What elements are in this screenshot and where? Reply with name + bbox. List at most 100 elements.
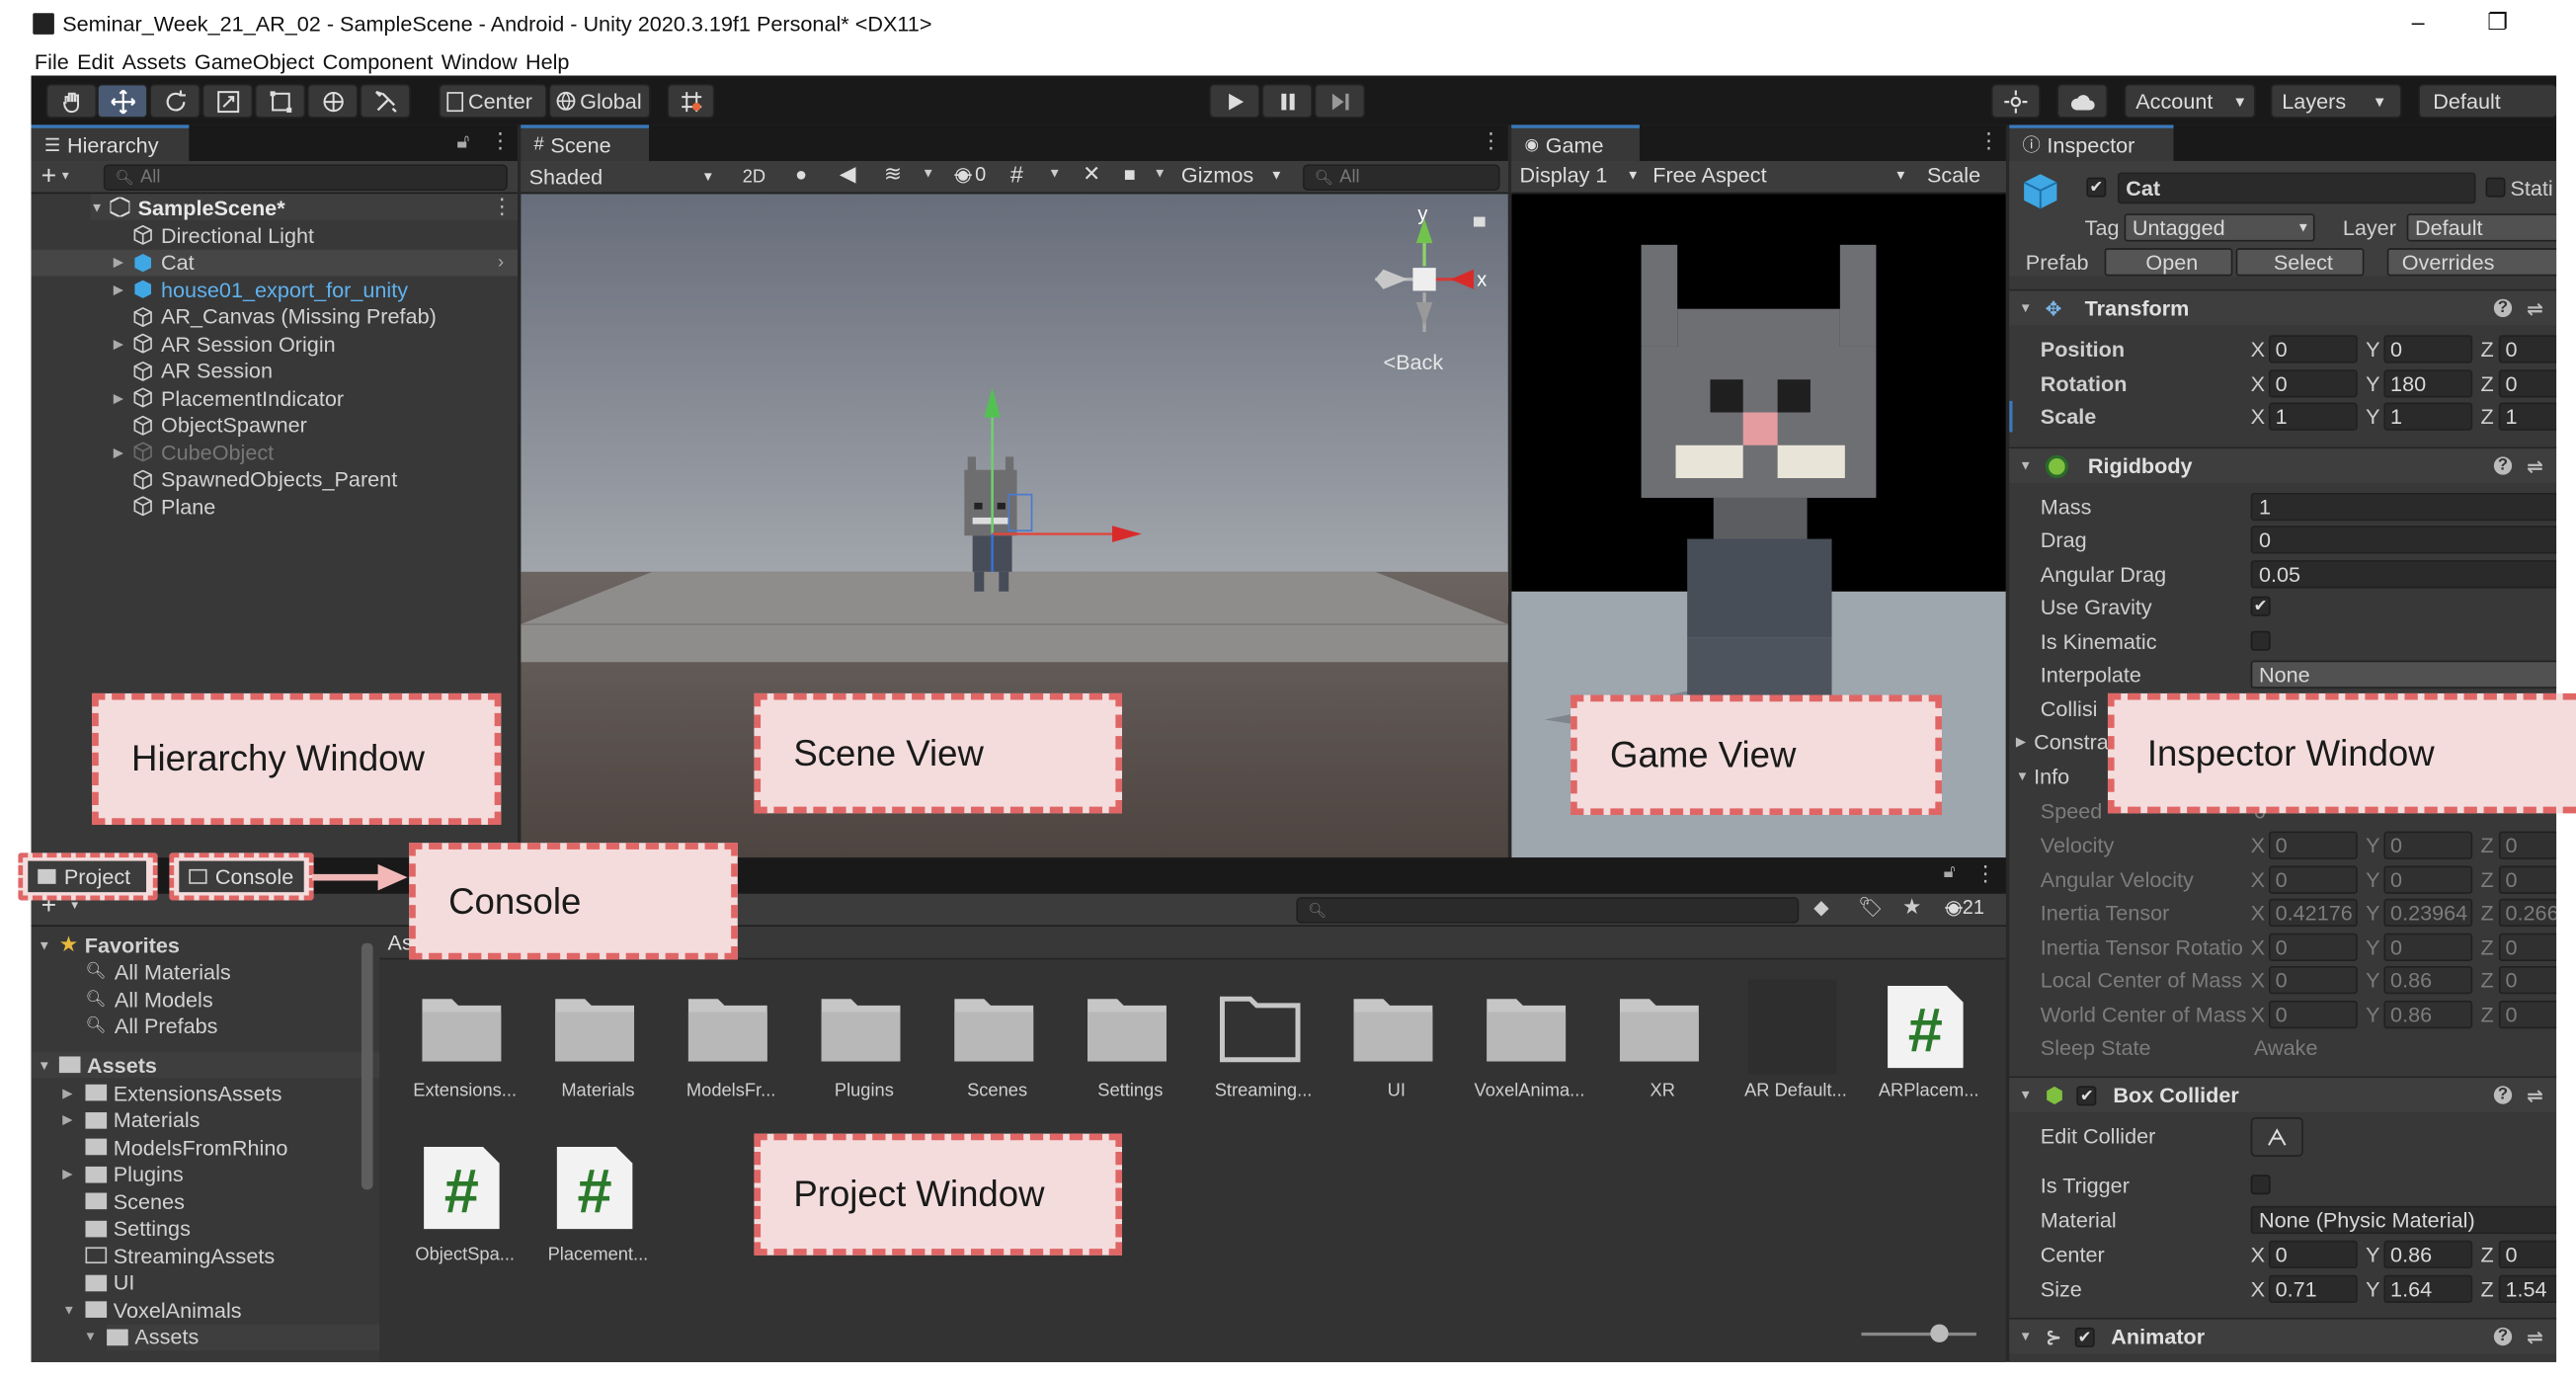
custom-tool-button[interactable]	[360, 83, 411, 119]
constraints-label[interactable]: Constra	[2034, 729, 2109, 754]
audio-icon[interactable]: ◀︎	[840, 161, 856, 188]
help-icon[interactable]: ?	[2493, 1327, 2513, 1346]
tab-scene[interactable]: # Scene	[521, 124, 649, 161]
tab-console[interactable]: Console	[179, 860, 304, 893]
prefab-open-button[interactable]: Open	[2104, 248, 2233, 277]
favorites-header[interactable]: ▼ ★ Favorites	[38, 932, 180, 958]
account-dropdown[interactable]: Account ▼	[2124, 83, 2256, 119]
asset-item[interactable]: Settings	[1076, 979, 1184, 1127]
asset-item[interactable]: AR Default...	[1741, 979, 1850, 1127]
collider-center-y-field[interactable]: 0.86	[2383, 1240, 2473, 1269]
kebab-menu-icon[interactable]: ⋮	[1481, 128, 1502, 155]
info-label[interactable]: Info	[2034, 764, 2069, 788]
project-folder-item[interactable]: ▼ Assets	[84, 1323, 380, 1350]
collider-center-z-field[interactable]: 0	[2498, 1240, 2557, 1269]
tab-inspector[interactable]: ⓘ Inspector	[2009, 124, 2174, 161]
menu-component[interactable]: Component	[323, 49, 434, 74]
tree-scrollbar[interactable]	[361, 942, 373, 1190]
animator-enabled-checkbox[interactable]: ✔	[2074, 1327, 2095, 1347]
name-field[interactable]: Cat	[2117, 172, 2476, 204]
rigidbody-component-header[interactable]: ▼ Rigidbody ? ⇌	[2009, 446, 2557, 483]
minimize-button[interactable]: –	[2412, 8, 2425, 35]
expand-arrow-icon[interactable]: ▶	[114, 255, 123, 270]
expand-arrow-icon[interactable]: ▶	[62, 1086, 72, 1100]
camera-icon[interactable]: ■	[1124, 163, 1136, 186]
hierarchy-item[interactable]: ▶ CubeObject	[32, 439, 518, 465]
project-folder-item[interactable]: Scenes	[85, 1188, 185, 1215]
expand-arrow-icon[interactable]: ▶	[114, 390, 123, 405]
layer-dropdown[interactable]: Default	[2406, 213, 2557, 242]
scale-tool-button[interactable]	[201, 83, 254, 119]
material-field[interactable]: None (Physic Material)	[2250, 1205, 2557, 1235]
menu-file[interactable]: File	[35, 49, 69, 74]
interpolate-dropdown[interactable]: None	[2250, 660, 2557, 689]
asset-item[interactable]: ModelsFr...	[677, 979, 785, 1127]
transform-rotation-z-field[interactable]: 0	[2498, 368, 2557, 397]
transform-component-header[interactable]: ▼ ✥ Transform ? ⇌	[2009, 288, 2557, 326]
asset-item[interactable]: Streaming...	[1209, 979, 1318, 1127]
chevron-down-icon[interactable]: ▼	[1154, 166, 1167, 181]
hierarchy-item[interactable]: AR Session	[32, 358, 518, 384]
chevron-right-icon[interactable]: ›	[498, 252, 504, 272]
favorite-item[interactable]: 🔍︎ All Materials	[85, 958, 230, 985]
hierarchy-item[interactable]: ▶ house01_export_for_unity	[32, 276, 518, 302]
scene-root[interactable]: ▼ SampleScene* ⋮	[90, 194, 518, 220]
kebab-menu-icon[interactable]: ⋮	[491, 194, 513, 220]
chevron-down-icon[interactable]: ▼	[1048, 166, 1061, 181]
tab-project[interactable]: Project	[28, 860, 147, 893]
chevron-down-icon[interactable]: ▼	[2016, 769, 2029, 783]
project-folder-item[interactable]: UI	[85, 1269, 134, 1296]
expand-arrow-icon[interactable]: ▶	[62, 1112, 72, 1127]
asset-item[interactable]: Extensions...	[411, 979, 520, 1127]
aspect-dropdown[interactable]: Free Aspect ▼	[1652, 163, 1915, 188]
asset-item[interactable]: # Placement...	[544, 1140, 653, 1288]
project-folder-item[interactable]: StreamingAssets	[85, 1242, 275, 1268]
drag-field[interactable]: 0	[2250, 526, 2557, 554]
asset-item[interactable]: Plugins	[810, 979, 919, 1127]
space-global-button[interactable]: Global	[548, 83, 651, 119]
scale-label[interactable]: Scale	[1927, 163, 1980, 188]
filter-by-type-icon[interactable]: ◆	[1813, 895, 1828, 918]
display-dropdown[interactable]: Display 1 ▼	[1520, 163, 1651, 188]
grid-toggle-icon[interactable]: #	[1010, 161, 1023, 188]
transform-scale-z-field[interactable]: 1	[2498, 402, 2557, 431]
hierarchy-item[interactable]: AR_Canvas (Missing Prefab)	[32, 303, 518, 330]
effects-icon[interactable]: ≋	[884, 161, 902, 188]
chevron-down-icon[interactable]: ▼	[922, 166, 934, 181]
transform-position-x-field[interactable]: 0	[2268, 335, 2358, 364]
edit-collider-button[interactable]	[2250, 1117, 2303, 1157]
transform-position-z-field[interactable]: 0	[2498, 335, 2557, 364]
expand-arrow-icon[interactable]: ▶	[62, 1167, 72, 1181]
asset-item[interactable]: UI	[1342, 979, 1451, 1127]
rotate-tool-button[interactable]	[149, 83, 201, 119]
favorite-item[interactable]: 🔍︎ All Models	[85, 986, 212, 1013]
help-icon[interactable]: ?	[2493, 298, 2513, 318]
rect-tool-button[interactable]	[254, 83, 306, 119]
kebab-menu-icon[interactable]: ⋮	[1978, 128, 2000, 155]
favorite-star-icon[interactable]: ★	[1902, 894, 1921, 921]
light-bulb-icon[interactable]: ●	[795, 163, 807, 186]
zoom-slider-handle[interactable]	[1930, 1324, 1949, 1342]
expand-arrow-icon[interactable]: ▼	[62, 1302, 75, 1317]
expand-arrow-icon[interactable]: ▶	[114, 336, 123, 351]
hierarchy-search-input[interactable]: 🔍︎ All	[103, 164, 508, 191]
lock-icon[interactable]: 🔓︎	[1944, 862, 1956, 884]
expand-arrow-icon[interactable]: ▶	[114, 282, 123, 296]
menu-help[interactable]: Help	[525, 49, 569, 74]
transform-scale-x-field[interactable]: 1	[2268, 402, 2358, 431]
prefab-select-button[interactable]: Select	[2235, 248, 2365, 277]
asset-item[interactable]: # ARPlacem...	[1875, 979, 1983, 1127]
menu-window[interactable]: Window	[442, 49, 518, 74]
project-folder-item[interactable]: ModelsFromRhino	[85, 1134, 287, 1161]
tag-dropdown[interactable]: Untagged ▼	[2124, 213, 2315, 242]
hierarchy-item[interactable]: ObjectSpawner	[32, 412, 518, 439]
component-settings-icon[interactable]: ⇌	[2527, 296, 2543, 319]
assets-header[interactable]: ▼ Assets	[31, 1051, 380, 1079]
project-folder-item[interactable]: ▶ Plugins	[62, 1161, 183, 1187]
2d-toggle[interactable]: 2D	[734, 163, 773, 191]
component-settings-icon[interactable]: ⇌	[2527, 454, 2543, 477]
scene-search-input[interactable]: 🔍︎ All	[1302, 164, 1500, 191]
collider-center-x-field[interactable]: 0	[2268, 1240, 2358, 1269]
asset-item[interactable]: Materials	[544, 979, 653, 1127]
help-icon[interactable]: ?	[2493, 456, 2513, 475]
